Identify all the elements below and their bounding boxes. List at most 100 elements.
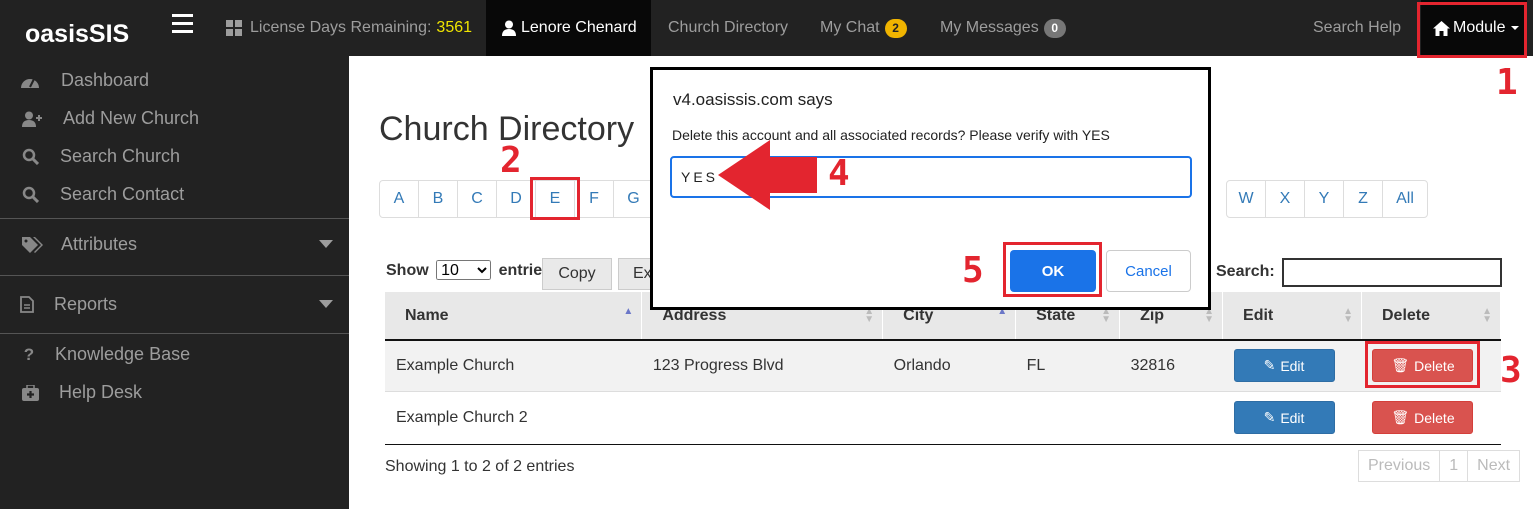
sidebar-item-search-church[interactable]: Search Church [22,146,371,167]
cell-zip: 32816 [1119,340,1223,392]
sidebar-divider [0,333,349,334]
excel-button[interactable]: Ex [618,258,652,290]
sidebar-item-label: Add New Church [63,108,200,128]
my-chat-label: My Chat [820,19,880,36]
annotation-label-2: 2 [500,140,522,181]
sidebar-item-search-contact[interactable]: Search Contact [22,184,371,205]
cancel-button[interactable]: Cancel [1106,250,1191,292]
my-messages-label: My Messages [940,19,1039,36]
file-icon [20,296,34,313]
cell-address [641,391,883,445]
letter-c[interactable]: C [458,181,497,217]
cell-city [882,391,1016,445]
user-name: Lenore Chenard [521,19,637,36]
annotation-box-letter-e [530,177,580,220]
letter-f[interactable]: F [575,181,614,217]
annotation-label-4: 4 [828,153,850,194]
annotation-label-1: 1 [1496,62,1518,103]
user-menu[interactable]: Lenore Chenard [486,0,651,56]
column-header-name[interactable]: Name ▲ [385,292,643,341]
sort-icon: ▲ ▼ [1204,306,1215,325]
cell-edit: ✎ Edit [1222,340,1362,392]
nav-church-directory[interactable]: Church Directory [668,0,788,56]
letter-x[interactable]: X [1266,181,1305,217]
edit-icon: ✎ [1263,357,1276,374]
delete-button[interactable]: 🗑 Delete [1372,401,1474,434]
letter-y[interactable]: Y [1305,181,1344,217]
letter-filter-right: W X Y Z All [1226,180,1428,218]
cell-edit: ✎ Edit [1222,391,1362,445]
user-icon [502,20,516,36]
annotation-arrow-icon [718,140,817,210]
add-user-icon [22,111,42,127]
sidebar-item-label: Help Desk [59,382,143,402]
brand-logo[interactable]: oasisSIS [25,20,129,49]
annotation-label-3: 3 [1500,350,1522,391]
annotation-box-module [1417,2,1527,58]
church-table: Name ▲ Address ▲ ▼ City ▲ State ▲ ▼ Zip ▲ ▼ Edit… [385,292,1502,445]
sidebar-item-add-new-church[interactable]: Add New Church [22,108,371,129]
entries-length: Show 10 entries [386,260,551,280]
edit-button[interactable]: ✎ Edit [1233,401,1335,434]
letter-a[interactable]: A [380,181,419,217]
copy-button[interactable]: Copy [542,258,612,290]
sidebar-item-label: Search Church [60,146,181,166]
sidebar-item-label: Reports [54,294,118,314]
edit-button[interactable]: ✎ Edit [1233,349,1335,383]
sort-asc-icon: ▲ [623,306,634,317]
sidebar-item-knowledge-base[interactable]: ? Knowledge Base [22,344,371,365]
column-header-edit[interactable]: Edit ▲ ▼ [1222,292,1362,341]
annotation-box-ok [1003,242,1102,297]
table-row: Example Church 2 ✎ Edit 🗑 Delete [385,391,1501,445]
table-info: Showing 1 to 2 of 2 entries [385,458,575,475]
letter-z[interactable]: Z [1344,181,1383,217]
license-days-value: 3561 [436,19,473,36]
sidebar-item-label: Dashboard [61,70,150,90]
cell-name: Example Church [385,340,642,392]
letter-b[interactable]: B [419,181,458,217]
cell-state [1015,391,1120,445]
letter-w[interactable]: W [1227,181,1266,217]
next-button[interactable]: Next [1468,451,1519,481]
page-1-button[interactable]: 1 [1440,451,1469,481]
sort-icon: ▲ ▼ [1482,306,1492,325]
sidebar-item-reports[interactable]: Reports [0,294,349,315]
cell-city: Orlando [882,340,1016,392]
cell-zip [1119,391,1223,445]
nav-my-messages[interactable]: My Messages 0 [940,0,1066,56]
nav-my-chat[interactable]: My Chat 2 [820,0,907,56]
cell-address: 123 Progress Blvd [641,340,883,392]
entries-select[interactable]: 10 [436,260,492,280]
grid-icon [226,20,242,36]
previous-button[interactable]: Previous [1359,451,1441,481]
tags-icon [22,236,43,253]
cell-delete: 🗑 Delete [1361,391,1501,445]
show-label: Show [386,262,429,279]
cell-state: FL [1015,340,1120,392]
search-icon [22,186,39,203]
license-label: License Days Remaining: [250,19,432,36]
sidebar: Dashboard Add New Church Search Church S… [0,56,349,509]
medkit-icon [22,384,39,401]
letter-g[interactable]: G [614,181,653,217]
letter-all[interactable]: All [1383,181,1427,217]
sidebar-item-help-desk[interactable]: Help Desk [22,382,371,403]
sort-icon: ▲ ▼ [864,306,875,325]
chat-count-badge: 2 [884,18,907,38]
chevron-down-icon [319,300,333,308]
annotation-box-delete [1365,341,1480,388]
license-days-item: License Days Remaining: 3561 [212,0,486,56]
sidebar-item-attributes[interactable]: Attributes [0,234,349,255]
chevron-down-icon [319,240,333,248]
sort-icon: ▲ ▼ [1101,306,1112,325]
table-search-input[interactable] [1282,258,1502,287]
sidebar-item-label: Attributes [61,234,138,254]
menu-toggle-icon[interactable] [172,14,193,34]
messages-count-badge: 0 [1043,18,1066,38]
nav-search-help[interactable]: Search Help [1313,0,1401,56]
cell-name: Example Church 2 [385,391,642,445]
sidebar-item-dashboard[interactable]: Dashboard [20,70,369,91]
column-header-delete[interactable]: Delete ▲ ▼ [1361,292,1502,341]
letter-filter-left: A B C D E F G [379,180,654,218]
trash-icon: 🗑 [1391,409,1410,425]
